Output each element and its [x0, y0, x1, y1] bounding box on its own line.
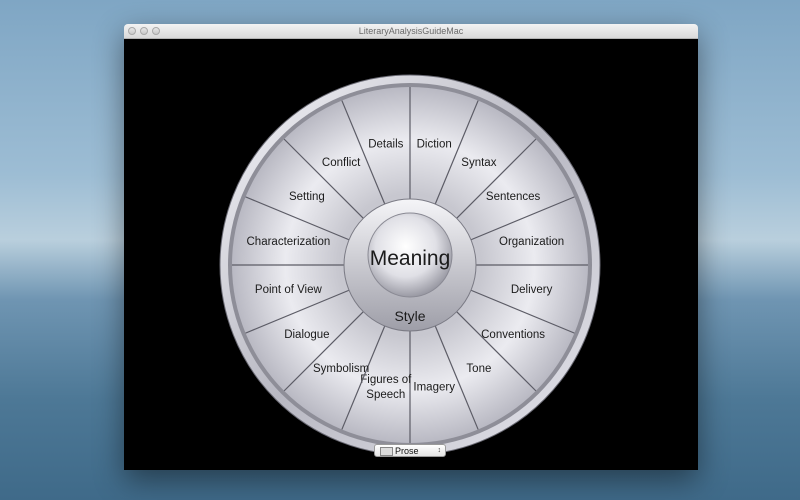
segment-organization[interactable]: Organization — [499, 236, 564, 248]
segment-dialogue[interactable]: Dialogue — [284, 329, 329, 341]
window-title: LiteraryAnalysisGuideMac — [358, 26, 464, 36]
segment-delivery[interactable]: Delivery — [511, 284, 553, 296]
analysis-wheel: Details Diction Syntax Sentences Organizatio… — [219, 74, 601, 456]
title-bar[interactable]: LiteraryAnalysisGuideMac — [124, 24, 698, 39]
genre-popup-button[interactable]: Prose ↕ — [374, 444, 446, 457]
segment-tone[interactable]: Tone — [466, 363, 491, 375]
segment-setting[interactable]: Setting — [289, 191, 325, 203]
segment-characterization[interactable]: Characterization — [247, 236, 331, 248]
segment-conventions[interactable]: Conventions — [481, 329, 545, 341]
segment-details[interactable]: Details — [368, 138, 403, 150]
style-label[interactable]: Style — [394, 308, 425, 324]
segment-symbolism[interactable]: Symbolism — [313, 363, 369, 375]
segment-sentences[interactable]: Sentences — [486, 191, 541, 203]
segment-imagery[interactable]: Imagery — [413, 382, 455, 394]
center-hub[interactable]: Meaning Style — [343, 198, 477, 332]
meaning-label: Meaning — [370, 247, 451, 270]
segment-diction[interactable]: Diction — [417, 138, 452, 150]
genre-selected-label: Prose — [395, 446, 419, 456]
segment-syntax[interactable]: Syntax — [461, 157, 496, 169]
segment-point-of-view[interactable]: Point of View — [255, 284, 323, 296]
content-area: Details Diction Syntax Sentences Organizatio… — [124, 39, 698, 470]
chevron-updown-icon: ↕ — [437, 447, 442, 454]
app-window: LiteraryAnalysisGuideMac Details Diction… — [124, 24, 698, 470]
document-icon — [380, 447, 393, 456]
segment-conflict[interactable]: Conflict — [322, 157, 361, 169]
